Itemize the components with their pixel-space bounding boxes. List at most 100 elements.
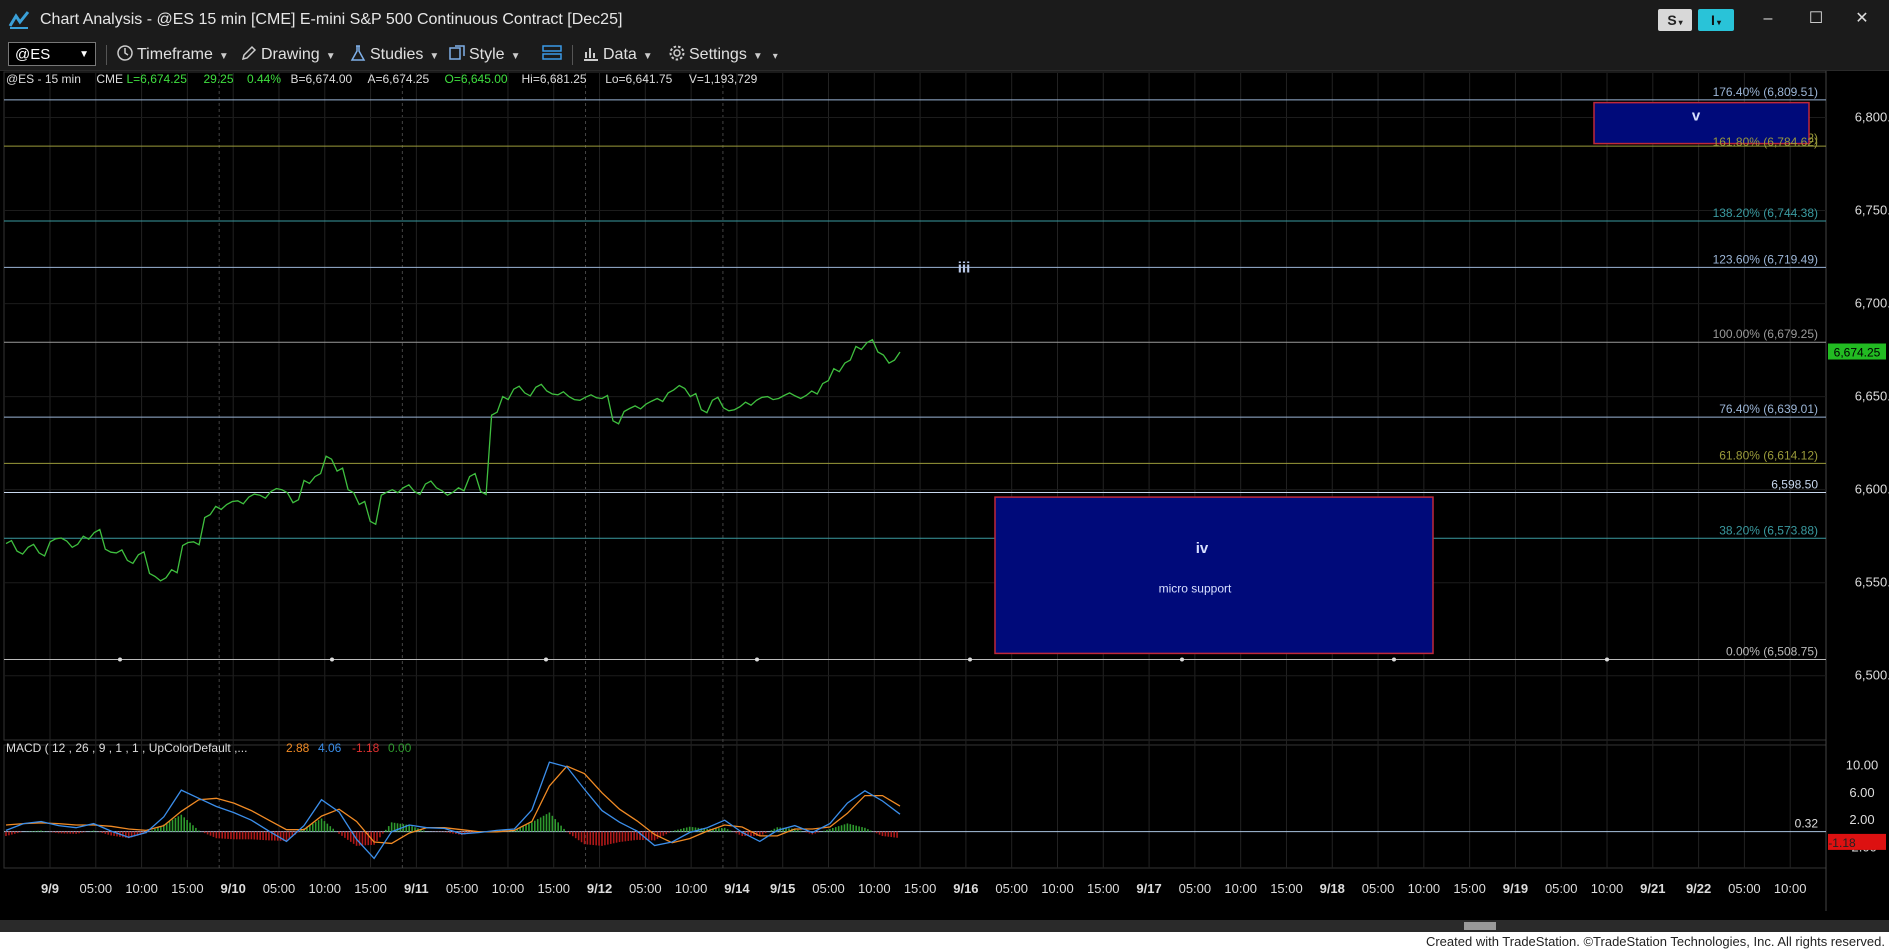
x-axis-tick: 05:00 xyxy=(446,881,479,896)
x-axis-tick: 15:00 xyxy=(904,881,937,896)
layout-button[interactable] xyxy=(542,44,562,66)
x-axis-tick: 05:00 xyxy=(1179,881,1212,896)
x-axis-tick: 15:00 xyxy=(537,881,570,896)
studies-menu[interactable]: Studies ▼ xyxy=(349,44,439,66)
price-axis-tick: 6,500.00 xyxy=(1855,668,1889,683)
macd-axis-tick: 10.00 xyxy=(1846,758,1879,773)
data-label: Data xyxy=(603,46,637,63)
fib-anchor-dot xyxy=(1392,657,1396,662)
x-axis-tick: 15:00 xyxy=(171,881,204,896)
macd-zero-label: 0.32 xyxy=(1795,817,1819,831)
macd-line xyxy=(5,761,901,860)
title-bar: Chart Analysis - @ES 15 min [CME] E-mini… xyxy=(0,0,1889,40)
fib-anchor-dot xyxy=(544,657,548,662)
fib-anchor-dot xyxy=(755,657,759,662)
x-axis-tick: 10:00 xyxy=(308,881,341,896)
status-line-field: 29.25 xyxy=(204,72,234,86)
horizontal-scrollbar[interactable] xyxy=(0,920,1889,932)
footer: Created with TradeStation. ©TradeStation… xyxy=(0,932,1889,952)
fib-level-label: 38.20% (6,573.88) xyxy=(1719,523,1818,537)
x-axis-tick: 9/16 xyxy=(953,881,978,896)
fib-level-label-overlay: 161.80% (6,784.62) xyxy=(1713,135,1818,149)
macd-axis-tick: 6.00 xyxy=(1849,785,1874,800)
x-axis-tick: 05:00 xyxy=(995,881,1028,896)
price-axis-tick: 6,650.00 xyxy=(1855,389,1889,404)
x-axis-tick: 15:00 xyxy=(1453,881,1486,896)
bar-chart-icon xyxy=(584,48,598,61)
hist-value: -1.18 xyxy=(352,741,380,755)
x-axis-tick: 10:00 xyxy=(125,881,158,896)
x-axis-tick: 9/14 xyxy=(724,881,750,896)
x-axis-tick: 10:00 xyxy=(1774,881,1807,896)
x-axis-tick: 9/10 xyxy=(221,881,246,896)
toolbar-separator xyxy=(106,45,107,65)
fib-level-label: 0.00% (6,508.75) xyxy=(1726,644,1818,658)
s-link-button[interactable]: S ▾ xyxy=(1658,9,1692,31)
micro-support-label: micro support xyxy=(1159,581,1232,595)
drawing-menu[interactable]: Drawing ▼ xyxy=(240,44,336,66)
chevron-down-icon[interactable]: ▼ xyxy=(79,43,89,67)
fib-level-label: 6,598.50 xyxy=(1771,477,1818,491)
price-axis-tick: 6,550.00 xyxy=(1855,575,1889,590)
x-axis-tick: 05:00 xyxy=(263,881,296,896)
x-axis-tick: 9/19 xyxy=(1503,881,1528,896)
x-axis-tick: 05:00 xyxy=(1728,881,1761,896)
fib-level-label: 138.20% (6,744.38) xyxy=(1713,206,1818,220)
x-axis-tick: 10:00 xyxy=(675,881,708,896)
status-line-field: Lo=6,641.75 xyxy=(605,72,672,86)
minimize-button[interactable]: – xyxy=(1746,6,1790,32)
maximize-icon: ☐ xyxy=(1808,10,1824,27)
price-axis-tick: 6,600.00 xyxy=(1855,482,1889,497)
fib-anchor-dot xyxy=(330,657,334,662)
minimize-icon: – xyxy=(1763,10,1773,27)
close-button[interactable]: ✕ xyxy=(1840,6,1884,32)
status-line-field: A=6,674.25 xyxy=(368,72,430,86)
drawing-label: Drawing xyxy=(261,46,320,63)
macd-panel-border xyxy=(3,744,1827,869)
toolbar-separator xyxy=(572,45,573,65)
toolbar: Timeframe ▼ Drawing ▼ Studies ▼ Style ▼ Data… xyxy=(0,40,1889,71)
x-axis-tick: 9/9 xyxy=(41,881,59,896)
x-axis-tick: 10:00 xyxy=(858,881,891,896)
price-axis-tick: 6,750.00 xyxy=(1855,203,1889,218)
close-icon: ✕ xyxy=(1855,10,1869,27)
macd-axis-tick: 2.00 xyxy=(1849,812,1874,827)
style-label: Style xyxy=(469,46,505,63)
style-menu[interactable]: Style ▼ xyxy=(448,44,520,66)
x-axis-tick: 05:00 xyxy=(812,881,845,896)
fib-anchor-dot xyxy=(968,657,972,662)
data-menu[interactable]: Data ▼ xyxy=(582,44,653,66)
fib-level-label: 100.00% (6,679.25) xyxy=(1713,327,1818,341)
tradestation-logo-icon xyxy=(8,11,30,29)
timeframe-label: Timeframe xyxy=(137,46,213,63)
scrollbar-thumb[interactable] xyxy=(1464,922,1496,930)
x-axis-tick: 05:00 xyxy=(629,881,662,896)
fib-anchor-dot xyxy=(118,657,122,662)
wave-label-iv: iv xyxy=(1196,540,1209,557)
timeframe-menu[interactable]: Timeframe ▼ xyxy=(116,44,229,66)
chart-canvas[interactable]: 6,800.00 6,750.00 6,700.00 6,650.00 6,600.00… xyxy=(0,71,1889,920)
status-line-field: 0.44% xyxy=(247,72,281,86)
clock-icon xyxy=(117,45,133,61)
symbol-input[interactable]: @ES ▼ xyxy=(8,42,96,66)
extra-value: 0.00 xyxy=(388,741,412,755)
x-axis-tick: 10:00 xyxy=(1591,881,1624,896)
i-link-button[interactable]: I ▾ xyxy=(1698,9,1734,31)
gear-icon xyxy=(669,45,685,61)
fib-level-label: 123.60% (6,719.49) xyxy=(1713,252,1818,266)
x-axis-tick: 9/22 xyxy=(1686,881,1711,896)
status-line-field: L=6,674.25 xyxy=(127,72,188,86)
maximize-button[interactable]: ☐ xyxy=(1794,6,1838,32)
settings-menu[interactable]: Settings ▼ ▾ xyxy=(668,44,778,66)
x-axis-tick: 10:00 xyxy=(492,881,525,896)
price-axis-tick: 6,800.00 xyxy=(1855,110,1889,125)
style-icon xyxy=(449,45,465,60)
x-axis-tick: 9/21 xyxy=(1640,881,1665,896)
status-line-field: O=6,645.00 xyxy=(445,72,508,86)
chart-area[interactable]: 6,800.00 6,750.00 6,700.00 6,650.00 6,600.00… xyxy=(0,71,1889,935)
settings-label: Settings xyxy=(689,46,747,63)
macd-hist-tag-label: -1.18 xyxy=(1828,836,1856,850)
fib-anchor-dot xyxy=(1605,657,1609,662)
x-axis-tick: 9/18 xyxy=(1320,881,1345,896)
symbol-value: @ES xyxy=(15,46,51,63)
